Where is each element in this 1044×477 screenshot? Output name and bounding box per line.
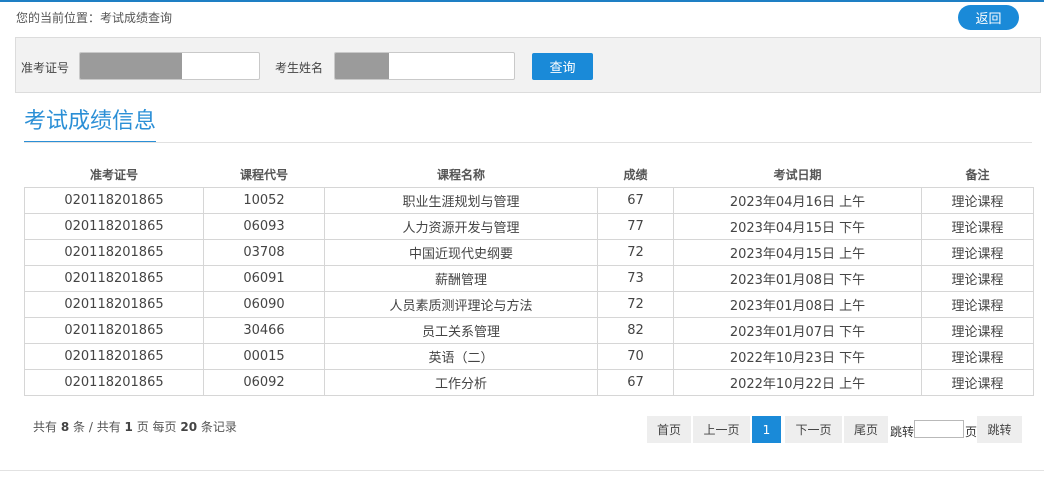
table-row: 020118201865 03708 中国近现代史纲要 72 2023年04月15日 上… — [24, 239, 1034, 266]
table-cell: 020118201865 — [24, 213, 204, 240]
table-cell: 薪酬管理 — [324, 265, 598, 292]
exam-id-label: 准考证号 — [21, 61, 70, 75]
back-button[interactable]: 返回 — [958, 5, 1019, 30]
table-row: 020118201865 10052 职业生涯规划与管理 67 2023年04月16日 … — [24, 187, 1034, 214]
column-header: 准考证号 — [89, 168, 138, 182]
column-header: 成绩 — [623, 168, 648, 182]
column-header: 课程代号 — [239, 168, 288, 182]
first-page-button[interactable]: 首页 — [647, 416, 691, 443]
prev-page-button[interactable]: 上一页 — [693, 416, 750, 443]
table-cell: 72 — [597, 291, 674, 318]
column-header: 考试日期 — [773, 168, 822, 182]
table-cell: 020118201865 — [24, 369, 204, 396]
section-divider — [24, 142, 1032, 143]
jump-suffix: 页 — [965, 425, 978, 439]
table-cell: 理论课程 — [921, 317, 1034, 344]
table-cell: 73 — [597, 265, 674, 292]
table-cell: 理论课程 — [921, 239, 1034, 266]
last-page-button[interactable]: 尾页 — [844, 416, 888, 443]
column-header: 备注 — [965, 168, 990, 182]
table-cell: 67 — [597, 187, 674, 214]
name-label: 考生姓名 — [275, 61, 324, 75]
table-cell: 2023年01月08日 上午 — [673, 291, 922, 318]
table-cell: 77 — [597, 213, 674, 240]
table-cell: 67 — [597, 369, 674, 396]
table-cell: 020118201865 — [24, 343, 204, 370]
table-cell: 理论课程 — [921, 343, 1034, 370]
table-cell: 70 — [597, 343, 674, 370]
bottom-divider — [0, 470, 1044, 471]
redacted-mask — [335, 53, 389, 79]
table-cell: 06090 — [203, 291, 325, 318]
name-input[interactable] — [334, 52, 515, 80]
table-cell: 06093 — [203, 213, 325, 240]
table-header-row: 准考证号 课程代号 课程名称 成绩 考试日期 备注 — [25, 162, 1034, 188]
table-row: 020118201865 06093 人力资源开发与管理 77 2023年04月15日 … — [24, 213, 1034, 240]
table-cell: 人员素质测评理论与方法 — [324, 291, 598, 318]
table-cell: 03708 — [203, 239, 325, 266]
table-cell: 06091 — [203, 265, 325, 292]
table-cell: 82 — [597, 317, 674, 344]
table-cell: 职业生涯规划与管理 — [324, 187, 598, 214]
column-header: 课程名称 — [436, 168, 485, 182]
table-cell: 2023年01月07日 下午 — [673, 317, 922, 344]
table-cell: 06092 — [203, 369, 325, 396]
table-cell: 020118201865 — [24, 291, 204, 318]
table-cell: 员工关系管理 — [324, 317, 598, 344]
top-border — [0, 0, 1044, 2]
table-cell: 020118201865 — [24, 187, 204, 214]
table-row: 020118201865 30466 员工关系管理 82 2023年01月07日 下午理… — [24, 317, 1034, 344]
jump-prefix: 跳转 — [890, 425, 915, 439]
table-cell: 理论课程 — [921, 369, 1034, 396]
breadcrumb: 您的当前位置：考试成绩查询 — [16, 11, 173, 25]
table-cell: 2023年04月15日 上午 — [673, 239, 922, 266]
search-panel: 准考证号 考生姓名 查询 — [15, 37, 1041, 93]
next-page-button[interactable]: 下一页 — [785, 416, 842, 443]
table-cell: 理论课程 — [921, 213, 1034, 240]
table-cell: 020118201865 — [24, 239, 204, 266]
table-cell: 人力资源开发与管理 — [324, 213, 598, 240]
table-cell: 中国近现代史纲要 — [324, 239, 598, 266]
table-row: 020118201865 06092 工作分析 67 2022年10月22日 上午 理论课… — [24, 369, 1034, 396]
table-cell: 2022年10月22日 上午 — [673, 369, 922, 396]
table-cell: 理论课程 — [921, 187, 1034, 214]
table-cell: 2022年10月23日 下午 — [673, 343, 922, 370]
table-row: 020118201865 06091 薪酬管理 73 2023年01月08日 下午 理论课… — [24, 265, 1034, 292]
table-cell: 020118201865 — [24, 265, 204, 292]
table-cell: 理论课程 — [921, 265, 1034, 292]
table-cell: 020118201865 — [24, 317, 204, 344]
redacted-mask — [80, 53, 182, 79]
pagination: 首页 上一页 1 下一页 尾页 跳转 页 跳转 — [0, 416, 1044, 443]
table-row: 020118201865 06090 人员素质测评理论与方法 72 2023年01月08… — [24, 291, 1034, 318]
table-cell: 72 — [597, 239, 674, 266]
table-cell: 00015 — [203, 343, 325, 370]
scores-table: 准考证号 课程代号 课程名称 成绩 考试日期 备注 020118201865 10… — [24, 162, 1034, 396]
query-button[interactable]: 查询 — [532, 53, 593, 80]
table-cell: 2023年01月08日 下午 — [673, 265, 922, 292]
current-page-button[interactable]: 1 — [752, 416, 781, 443]
jump-page-input[interactable] — [914, 420, 964, 438]
table-cell: 2023年04月15日 下午 — [673, 213, 922, 240]
table-row: 020118201865 00015 英语（二） 70 2022年10月23日 下午 理论… — [24, 343, 1034, 370]
jump-button[interactable]: 跳转 — [977, 416, 1022, 443]
table-cell: 2023年04月16日 上午 — [673, 187, 922, 214]
table-cell: 10052 — [203, 187, 325, 214]
table-cell: 英语（二） — [324, 343, 598, 370]
exam-id-input[interactable] — [79, 52, 260, 80]
section-title: 考试成绩信息 — [24, 108, 157, 143]
table-cell: 理论课程 — [921, 291, 1034, 318]
table-cell: 30466 — [203, 317, 325, 344]
table-cell: 工作分析 — [324, 369, 598, 396]
